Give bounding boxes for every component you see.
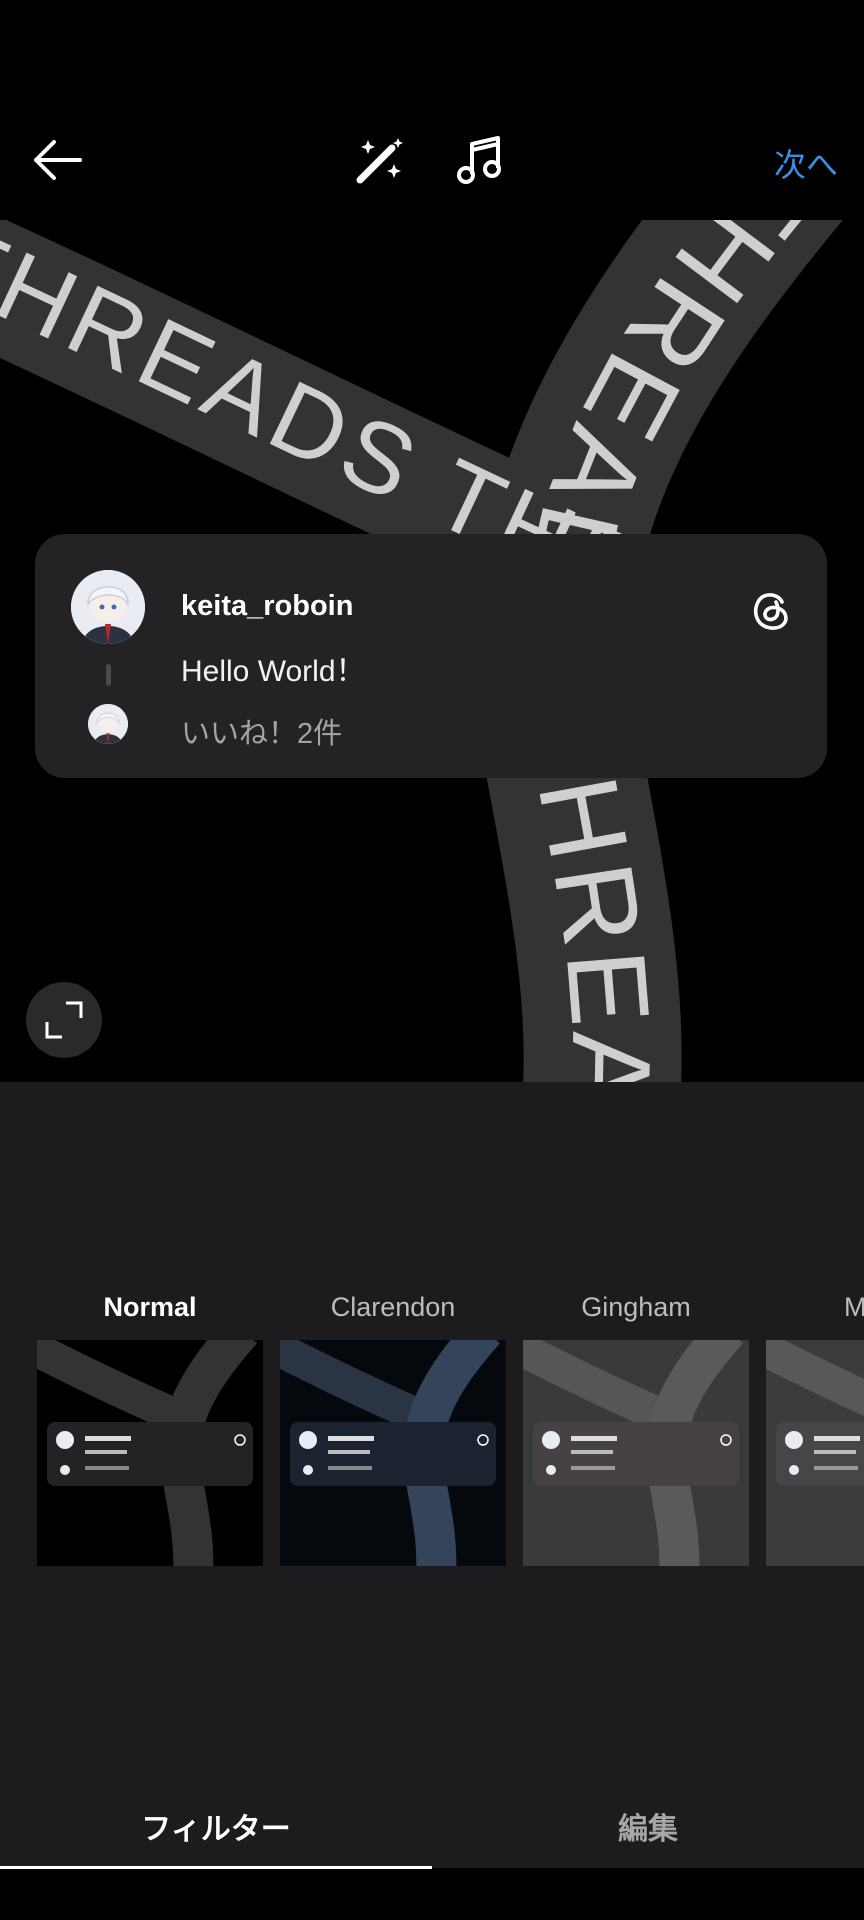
post-username: keita_roboin	[181, 590, 354, 622]
magic-wand-sparkle-icon	[356, 138, 403, 184]
tab-edit[interactable]: 編集	[432, 1804, 864, 1848]
thumb-preview	[523, 1340, 749, 1566]
threads-logo	[751, 588, 791, 637]
thumb-preview	[766, 1340, 864, 1566]
tab-filter[interactable]: フィルター	[0, 1804, 432, 1848]
filter-thumb-gingham[interactable]	[523, 1340, 749, 1566]
post-likes: いいね！2件	[181, 718, 343, 750]
threads-post-card: keita_roboin Hello World！ いいね！2件	[35, 534, 827, 778]
back-button[interactable]	[30, 134, 86, 186]
avatar	[71, 570, 145, 644]
music-note-icon	[457, 136, 501, 184]
photo-preview[interactable]: THREADS THREADS THREADS THREADS THREADS …	[0, 220, 864, 1082]
thumb-preview	[37, 1340, 263, 1566]
thread-connector-line	[106, 664, 111, 686]
filter-label-gingham[interactable]: Gingham	[523, 1292, 749, 1323]
anime-avatar-icon	[88, 704, 128, 744]
filter-panel: Normal Clarendon Gingham M	[0, 1082, 864, 1868]
arrow-left-icon	[34, 140, 82, 180]
anime-avatar-icon	[71, 570, 145, 644]
music-button[interactable]	[452, 132, 508, 188]
filter-label-clarendon[interactable]: Clarendon	[280, 1292, 506, 1323]
top-bar: 次へ	[0, 120, 864, 200]
filter-label-m[interactable]: M	[766, 1292, 864, 1323]
threads-logo-icon	[754, 593, 788, 630]
expand-button[interactable]	[26, 982, 102, 1058]
active-tab-indicator	[0, 1866, 432, 1869]
filter-label-normal[interactable]: Normal	[37, 1292, 263, 1323]
small-avatar	[88, 704, 128, 744]
bottom-tabs: フィルター 編集	[0, 1780, 864, 1870]
post-text: Hello World！	[181, 655, 366, 688]
expand-corners-icon	[45, 1001, 83, 1039]
magic-wand-button[interactable]	[352, 132, 408, 188]
next-button[interactable]: 次へ	[774, 140, 838, 186]
filter-thumb-m[interactable]	[766, 1340, 864, 1566]
filter-thumb-clarendon[interactable]	[280, 1340, 506, 1566]
thumb-preview	[280, 1340, 506, 1566]
filter-thumb-normal[interactable]	[37, 1340, 263, 1566]
